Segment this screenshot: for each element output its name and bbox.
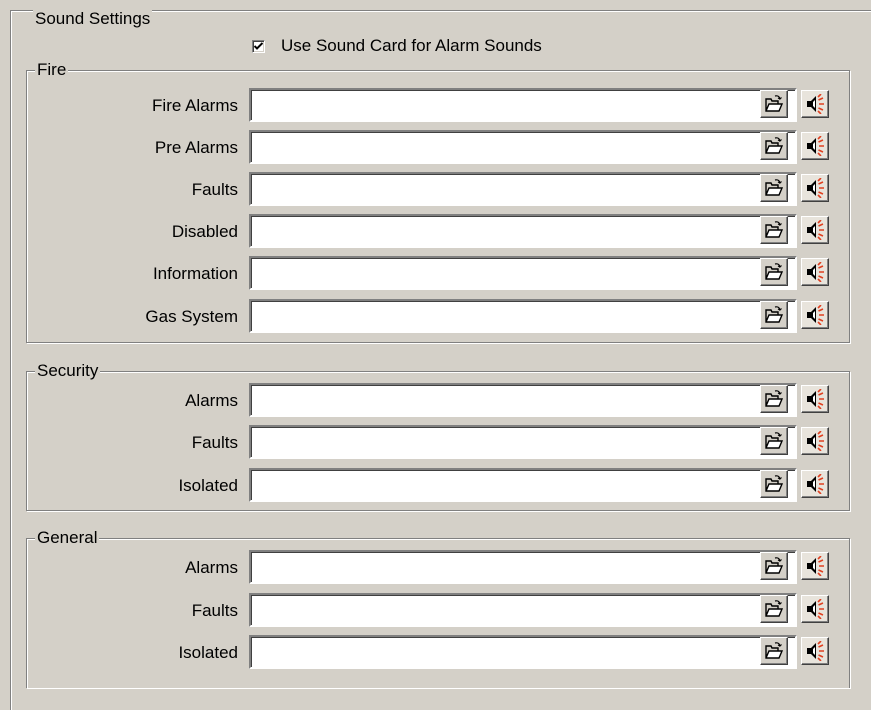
browse-file-button[interactable] <box>760 216 788 244</box>
speaker-icon <box>804 556 826 576</box>
security-group-title: Security <box>35 361 101 381</box>
sound-file-input[interactable] <box>249 383 797 417</box>
browse-file-button[interactable] <box>760 90 788 118</box>
play-sound-button[interactable] <box>801 552 829 580</box>
row-label: Fire Alarms <box>152 96 238 115</box>
play-sound-button[interactable] <box>801 385 829 413</box>
open-folder-icon <box>764 263 784 281</box>
row-label: Faults <box>191 180 238 199</box>
fire-row: Faults <box>0 172 871 208</box>
use-sound-card-label: Use Sound Card for Alarm Sounds <box>281 36 542 55</box>
security-row: Alarms <box>0 383 871 419</box>
general-row: Faults <box>0 593 871 629</box>
play-sound-button[interactable] <box>801 637 829 665</box>
open-folder-icon <box>764 475 784 493</box>
row-label: Isolated <box>178 643 238 662</box>
browse-file-button[interactable] <box>760 470 788 498</box>
sound-file-input[interactable] <box>249 172 797 206</box>
fire-row: Pre Alarms <box>0 130 871 166</box>
row-label: Gas System <box>145 307 238 326</box>
play-sound-button[interactable] <box>801 427 829 455</box>
play-sound-button[interactable] <box>801 216 829 244</box>
sound-file-input[interactable] <box>249 88 797 122</box>
fire-row: Gas System <box>0 299 871 335</box>
open-folder-icon <box>764 642 784 660</box>
speaker-icon <box>804 94 826 114</box>
play-sound-button[interactable] <box>801 132 829 160</box>
sound-settings-title: Sound Settings <box>33 9 153 29</box>
checkmark-icon <box>254 41 263 50</box>
open-folder-icon <box>764 432 784 450</box>
play-sound-button[interactable] <box>801 174 829 202</box>
play-sound-button[interactable] <box>801 301 829 329</box>
speaker-icon <box>804 262 826 282</box>
open-folder-icon <box>764 557 784 575</box>
browse-file-button[interactable] <box>760 595 788 623</box>
speaker-icon <box>804 220 826 240</box>
sound-file-input[interactable] <box>249 299 797 333</box>
speaker-icon <box>804 641 826 661</box>
sound-file-input[interactable] <box>249 425 797 459</box>
speaker-icon <box>804 431 826 451</box>
open-folder-icon <box>764 221 784 239</box>
row-label: Alarms <box>185 391 238 410</box>
open-folder-icon <box>764 390 784 408</box>
row-label: Disabled <box>171 222 238 241</box>
open-folder-icon <box>764 137 784 155</box>
sound-file-input[interactable] <box>249 256 797 290</box>
security-row: Faults <box>0 425 871 461</box>
row-label: Pre Alarms <box>154 138 238 157</box>
open-folder-icon <box>764 95 784 113</box>
speaker-icon <box>804 474 826 494</box>
speaker-icon <box>804 136 826 156</box>
row-label: Faults <box>191 601 238 620</box>
browse-file-button[interactable] <box>760 132 788 160</box>
browse-file-button[interactable] <box>760 174 788 202</box>
sound-file-input[interactable] <box>249 468 797 502</box>
general-group-title: General <box>35 528 100 548</box>
speaker-icon <box>804 599 826 619</box>
fire-row: Disabled <box>0 214 871 250</box>
open-folder-icon <box>764 306 784 324</box>
sound-file-input[interactable] <box>249 635 797 669</box>
browse-file-button[interactable] <box>760 552 788 580</box>
sound-file-input[interactable] <box>249 593 797 627</box>
play-sound-button[interactable] <box>801 258 829 286</box>
security-row: Isolated <box>0 468 871 504</box>
speaker-icon <box>804 305 826 325</box>
row-label: Isolated <box>178 476 238 495</box>
general-row: Alarms <box>0 550 871 586</box>
general-row: Isolated <box>0 635 871 671</box>
speaker-icon <box>804 389 826 409</box>
speaker-icon <box>804 178 826 198</box>
browse-file-button[interactable] <box>760 385 788 413</box>
row-label: Alarms <box>185 558 238 577</box>
browse-file-button[interactable] <box>760 301 788 329</box>
fire-group-title: Fire <box>35 60 69 80</box>
fire-row: Information <box>0 256 871 292</box>
sound-file-input[interactable] <box>249 214 797 248</box>
sound-file-input[interactable] <box>249 550 797 584</box>
open-folder-icon <box>764 179 784 197</box>
play-sound-button[interactable] <box>801 470 829 498</box>
open-folder-icon <box>764 600 784 618</box>
play-sound-button[interactable] <box>801 90 829 118</box>
fire-row: Fire Alarms <box>0 88 871 124</box>
use-sound-card-option[interactable]: Use Sound Card for Alarm Sounds <box>252 36 542 56</box>
row-label: Faults <box>191 433 238 452</box>
use-sound-card-checkbox[interactable] <box>252 39 265 53</box>
browse-file-button[interactable] <box>760 637 788 665</box>
sound-file-input[interactable] <box>249 130 797 164</box>
play-sound-button[interactable] <box>801 595 829 623</box>
row-label: Information <box>152 264 238 283</box>
browse-file-button[interactable] <box>760 258 788 286</box>
browse-file-button[interactable] <box>760 427 788 455</box>
